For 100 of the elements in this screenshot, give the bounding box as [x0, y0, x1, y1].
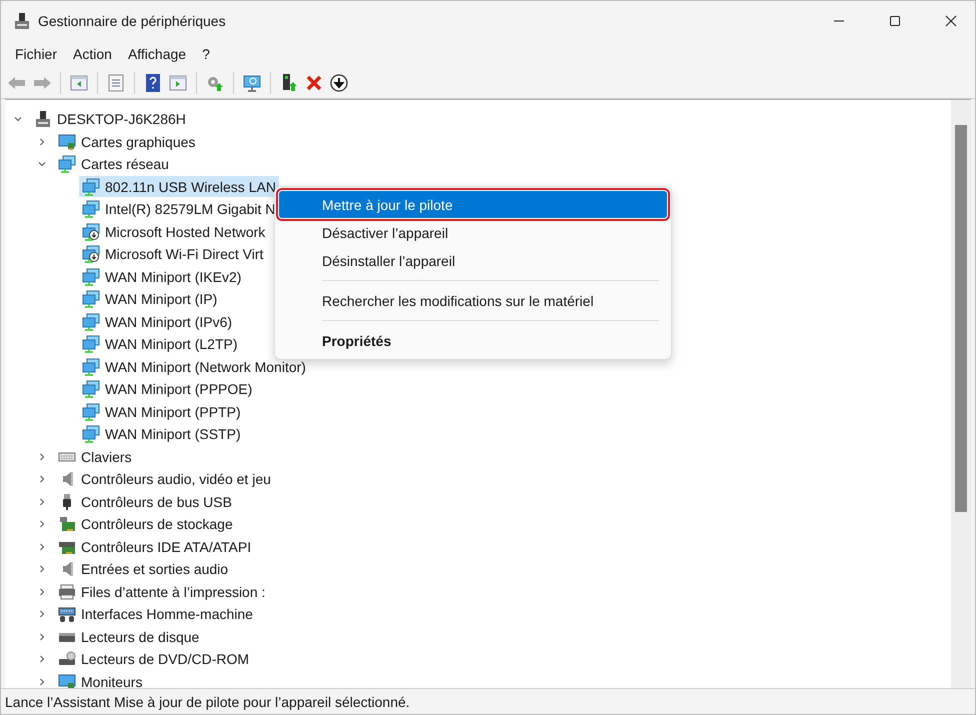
scrollbar[interactable] [951, 100, 971, 688]
panel-icon[interactable] [168, 72, 188, 92]
tree-item[interactable]: DESKTOP-J6K286H [31, 108, 189, 130]
tree-item[interactable]: Cartes réseau [55, 154, 172, 175]
maximize-icon[interactable] [889, 15, 901, 27]
tree-item[interactable]: WAN Miniport (L2TP) [79, 334, 241, 355]
menu-item[interactable]: Fichier [7, 46, 66, 62]
window-title: Gestionnaire de périphériques [38, 13, 226, 29]
status-text: Lance l’Assistant Mise à jour de pilote pour l’appareil sélectionné. [5, 694, 410, 710]
network-icon [82, 358, 100, 376]
tree-item-label: Cartes réseau [81, 156, 169, 172]
tree-item-label: Moniteurs [81, 674, 142, 688]
chevron-icon[interactable] [37, 136, 47, 147]
chevron-icon[interactable] [37, 564, 47, 574]
network-icon [82, 245, 100, 264]
tree-item-label: Files d’attente à l’impression : [81, 584, 266, 600]
menu-item[interactable]: Action [65, 46, 120, 62]
computer-icon [34, 110, 52, 128]
tree-item[interactable]: WAN Miniport (PPPOE) [79, 378, 256, 400]
chevron-icon[interactable] [37, 519, 47, 530]
help-icon[interactable] [143, 72, 163, 92]
tree-item[interactable]: WAN Miniport (Network Monitor) [79, 356, 309, 378]
close-icon[interactable] [945, 15, 957, 27]
tree-item-label: Entrées et sorties audio [81, 561, 228, 578]
tree-item[interactable]: WAN Miniport (IPv6) [79, 311, 236, 332]
tree-item[interactable]: WAN Miniport (PPTP) [79, 401, 244, 422]
tree-item-label: Contrôleurs IDE ATA/ATAPI [81, 538, 252, 555]
context-menu-item[interactable]: Désactiver l’appareil [279, 219, 667, 246]
network-icon [82, 268, 100, 286]
tree-item[interactable]: Intel(R) 82579LM Gigabit N [79, 198, 278, 220]
tree-item[interactable]: Lecteurs de disque [55, 626, 202, 648]
keyboard-mouse-icon [58, 605, 76, 624]
tree-item[interactable]: Contrôleurs IDE ATA/ATAPI [55, 536, 254, 558]
tree-item[interactable]: Cartes graphiques [55, 131, 198, 152]
tree-item-label: Intel(R) 82579LM Gigabit N [105, 201, 276, 218]
network-icon [82, 290, 100, 308]
network-icon [82, 425, 100, 444]
tree-item[interactable]: WAN Miniport (IKEv2) [79, 266, 244, 288]
tree-item[interactable]: WAN Miniport (IP) [79, 288, 220, 310]
tree-item[interactable]: Microsoft Hosted Network [79, 221, 268, 242]
context-menu-item[interactable]: Propriétés [279, 327, 667, 354]
tree-item-label: Lecteurs de disque [81, 628, 200, 645]
tree-item-label: WAN Miniport (IP) [105, 291, 218, 308]
download-icon[interactable] [329, 72, 349, 92]
chevron-icon[interactable] [37, 452, 47, 462]
tree-item-label: WAN Miniport (PPPOE) [105, 381, 252, 398]
monitor-search-icon[interactable] [242, 72, 262, 92]
tree-item-label: Cartes graphiques [81, 134, 196, 150]
tree-item[interactable]: Contrôleurs de bus USB [55, 491, 235, 512]
chevron-icon[interactable] [37, 609, 47, 620]
tree-item-label: Contrôleurs audio, vidéo et jeu [81, 471, 271, 488]
network-icon [82, 380, 100, 398]
context-menu-item[interactable]: Mettre à jour le pilote [279, 191, 667, 218]
tree-item[interactable]: Entrées et sorties audio [55, 558, 232, 580]
context-menu-item[interactable]: Désinstaller l’appareil [279, 247, 667, 274]
chevron-icon[interactable] [37, 586, 47, 597]
tree-item-label: WAN Miniport (IKEv2) [105, 268, 242, 285]
monitor-icon [58, 132, 76, 151]
tree-item-label: Contrôleurs de stockage [81, 516, 233, 532]
network-icon [82, 335, 100, 354]
chevron-icon[interactable] [37, 542, 47, 552]
network-icon [82, 222, 100, 241]
tree-item[interactable]: Contrôleurs audio, vidéo et jeu [55, 468, 274, 490]
tree-item-label: Microsoft Wi-Fi Direct Virt [105, 246, 264, 262]
network-icon [82, 312, 100, 331]
properties-icon[interactable] [106, 72, 126, 92]
tree-item[interactable]: Interfaces Homme-machine [55, 604, 256, 625]
panel-icon[interactable] [69, 72, 89, 92]
monitor-icon [58, 672, 76, 688]
tree-item[interactable]: WAN Miniport (SSTP) [79, 424, 244, 445]
menu-item[interactable]: Affichage [120, 46, 194, 62]
tree-item[interactable]: Moniteurs [55, 671, 146, 688]
chevron-icon[interactable] [37, 496, 47, 507]
chevron-icon[interactable] [37, 676, 47, 687]
tree-item[interactable]: Files d’attente à l’impression : [55, 581, 268, 602]
tree-item[interactable]: Microsoft Wi-Fi Direct Virt [79, 244, 266, 265]
tree-item-label: WAN Miniport (Network Monitor) [105, 358, 306, 375]
tree-item-label: DESKTOP-J6K286H [57, 111, 186, 128]
tree-item[interactable]: Lecteurs de DVD/CD-ROM [55, 648, 252, 670]
tree-item-label: Microsoft Hosted Network [105, 224, 266, 240]
tree-item[interactable]: 802.11n USB Wireless LAN [79, 176, 279, 198]
menu-item[interactable]: ? [194, 46, 218, 62]
tree-item-label: Interfaces Homme-machine [81, 606, 253, 622]
tree-item-label: Lecteurs de DVD/CD-ROM [81, 651, 250, 668]
tree-item-label: WAN Miniport (SSTP) [105, 426, 241, 442]
network-icon [82, 402, 100, 421]
network-icon [82, 200, 100, 218]
tree-item-label: WAN Miniport (L2TP) [105, 336, 238, 352]
tree-item-label: WAN Miniport (IPv6) [105, 314, 232, 330]
tree-item-label: 802.11n USB Wireless LAN [105, 178, 276, 195]
tree-item[interactable]: Claviers [55, 446, 135, 468]
chevron-icon[interactable] [37, 632, 47, 642]
context-menu-item[interactable]: Rechercher les modifications sur le matériel [279, 287, 667, 314]
printer-icon [58, 582, 76, 601]
storage-icon [58, 515, 76, 534]
chevron-icon[interactable] [37, 474, 47, 484]
computer-icon [14, 12, 30, 30]
tree-item-label: WAN Miniport (PPTP) [105, 404, 241, 420]
tree-item[interactable]: Contrôleurs de stockage [55, 514, 236, 535]
chevron-icon[interactable] [37, 654, 47, 664]
